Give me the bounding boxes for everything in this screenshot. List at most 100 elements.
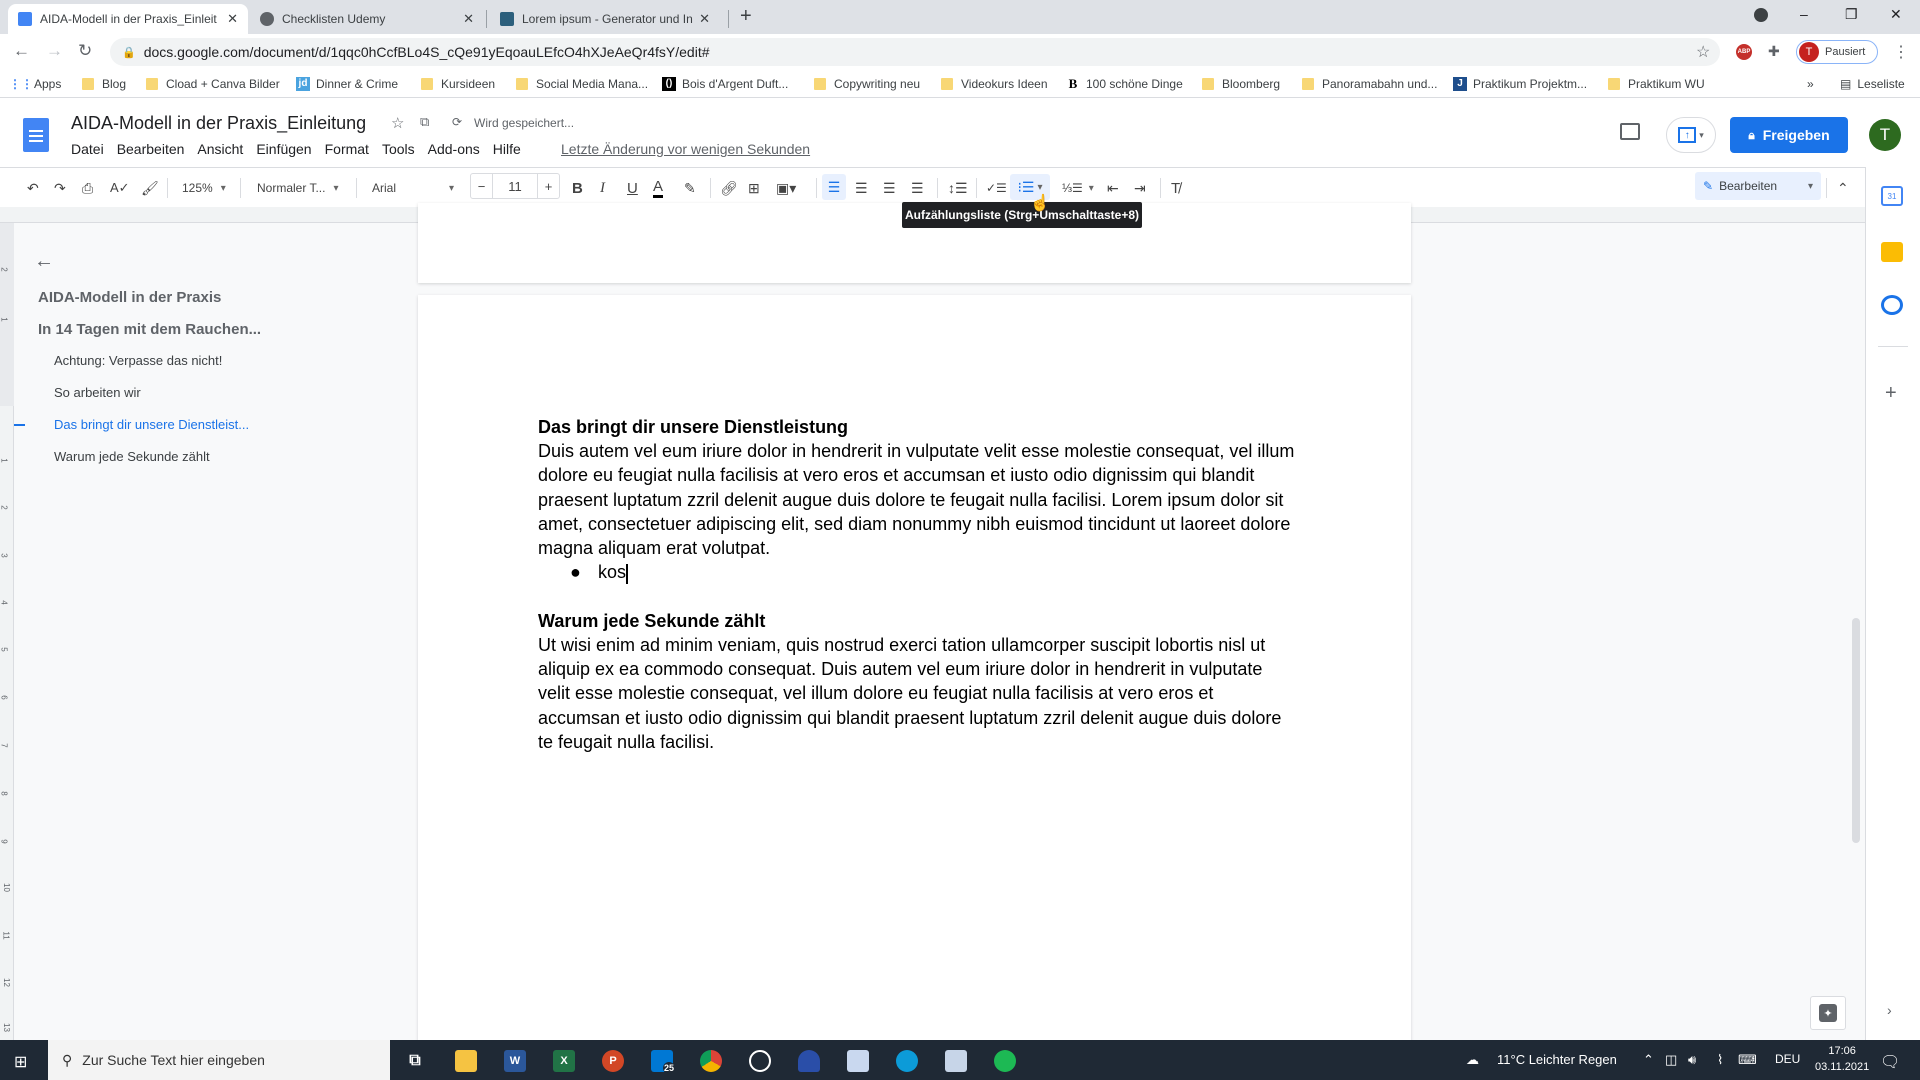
- outline-item[interactable]: AIDA-Modell in der Praxis: [38, 289, 221, 306]
- spotify-icon[interactable]: [994, 1050, 1016, 1072]
- line-spacing-icon[interactable]: ↕☰: [948, 178, 968, 198]
- align-justify-icon[interactable]: ☰: [911, 178, 924, 198]
- increase-indent-icon[interactable]: ⇥: [1134, 178, 1146, 198]
- increase-font-size-button[interactable]: +: [537, 174, 559, 198]
- chevron-down-icon[interactable]: ▾: [449, 178, 454, 198]
- notifications-icon[interactable]: 🗨︎: [1880, 1052, 1900, 1072]
- bookmark-dinner[interactable]: jd Dinner & Crime: [296, 76, 398, 91]
- bookmark-100-dinge[interactable]: B 100 schöne Dinge: [1066, 76, 1183, 91]
- outline-item-current[interactable]: Das bringt dir unsere Dienstleist...: [54, 417, 249, 432]
- close-icon[interactable]: ✕: [227, 11, 238, 27]
- clear-formatting-icon[interactable]: T̸: [1171, 178, 1180, 198]
- tasks-icon[interactable]: [1881, 295, 1903, 315]
- menu-tools[interactable]: Tools: [382, 141, 415, 157]
- italic-icon[interactable]: I: [600, 178, 605, 198]
- print-icon[interactable]: ⎙: [82, 178, 93, 198]
- mail-icon[interactable]: 25: [651, 1050, 676, 1074]
- vertical-scrollbar[interactable]: [1852, 618, 1860, 843]
- bold-icon[interactable]: B: [572, 178, 583, 198]
- vertical-ruler[interactable]: 2 1 1 2 3 4 5 6 7 8 9 10 11 12 13: [0, 223, 14, 1040]
- close-window-button[interactable]: ✕: [1890, 6, 1902, 23]
- menu-ansicht[interactable]: Ansicht: [197, 141, 243, 157]
- zoom-select[interactable]: 125%: [182, 178, 226, 198]
- url-bar[interactable]: 🔒 docs.google.com/document/d/1qqc0hCcfBL…: [110, 38, 1720, 66]
- tab-aida-modell[interactable]: AIDA-Modell in der Praxis_Einleit ✕: [8, 4, 248, 34]
- spellcheck-icon[interactable]: A✓: [110, 178, 130, 198]
- move-folder-icon[interactable]: ⧉: [420, 114, 429, 130]
- align-left-icon[interactable]: ☰: [822, 174, 846, 200]
- reading-list-button[interactable]: ▤ Leseliste: [1840, 77, 1905, 91]
- add-comment-icon[interactable]: ⊞: [748, 178, 760, 198]
- decrease-font-size-button[interactable]: −: [471, 174, 493, 198]
- weather-text[interactable]: 11°C Leichter Regen: [1497, 1052, 1617, 1067]
- audacity-icon[interactable]: [798, 1050, 820, 1072]
- wifi-icon[interactable]: ⌇: [1717, 1052, 1723, 1068]
- last-change-link[interactable]: Letzte Änderung vor wenigen Sekunden: [561, 141, 810, 157]
- style-select[interactable]: Normaler T...: [257, 178, 339, 198]
- highlight-icon[interactable]: ✎: [684, 178, 696, 198]
- present-button[interactable]: ↑ ▾: [1666, 117, 1716, 153]
- menu-bearbeiten[interactable]: Bearbeiten: [117, 141, 185, 157]
- add-addon-icon[interactable]: +: [1885, 382, 1897, 405]
- menu-hilfe[interactable]: Hilfe: [493, 141, 521, 157]
- share-button[interactable]: 🔒︎ Freigeben: [1730, 117, 1848, 153]
- keep-icon[interactable]: [1881, 242, 1903, 262]
- word-icon[interactable]: W: [504, 1050, 526, 1072]
- checklist-icon[interactable]: ✓☰: [986, 178, 1007, 198]
- obs-icon[interactable]: [749, 1050, 771, 1072]
- font-size-input[interactable]: 11: [493, 174, 537, 198]
- app-icon[interactable]: [847, 1050, 869, 1072]
- weather-icon[interactable]: ☁: [1466, 1052, 1479, 1068]
- bookmark-apps[interactable]: ⋮⋮ Apps: [9, 77, 61, 91]
- menu-format[interactable]: Format: [325, 141, 369, 157]
- task-view-icon[interactable]: ⧉: [404, 1050, 426, 1072]
- calendar-icon[interactable]: 31: [1881, 186, 1903, 206]
- profile-button[interactable]: T Pausiert: [1796, 40, 1878, 64]
- link-icon[interactable]: 🔗︎: [720, 178, 738, 198]
- undo-icon[interactable]: ↶: [27, 178, 39, 198]
- chrome-icon[interactable]: [700, 1050, 722, 1072]
- close-outline-icon[interactable]: ←: [34, 250, 54, 273]
- clock[interactable]: 17:06 03.11.2021: [1815, 1043, 1869, 1075]
- bookmark-social-media[interactable]: Social Media Mana...: [516, 77, 648, 91]
- outline-item[interactable]: So arbeiten wir: [54, 385, 141, 400]
- bookmark-star-icon[interactable]: ☆: [1696, 42, 1710, 62]
- document-body[interactable]: Das bringt dir unsere Dienstleistung Dui…: [538, 415, 1298, 754]
- bookmark-cload[interactable]: Cload + Canva Bilder: [146, 77, 280, 91]
- tray-expand-icon[interactable]: ⌃: [1643, 1052, 1654, 1068]
- tab-search-icon[interactable]: [1754, 8, 1768, 22]
- bookmark-panoramabahn[interactable]: Panoramabahn und...: [1302, 77, 1437, 91]
- taskbar-search[interactable]: ⚲ Zur Suche Text hier eingeben: [48, 1040, 390, 1080]
- bookmark-videokurs[interactable]: Videokurs Ideen: [941, 77, 1048, 91]
- editing-mode-select[interactable]: ✎ Bearbeiten ▾: [1695, 172, 1821, 200]
- outline-item[interactable]: In 14 Tagen mit dem Rauchen...: [38, 321, 261, 338]
- document-title[interactable]: AIDA-Modell in der Praxis_Einleitung: [71, 113, 366, 134]
- numbered-list-icon[interactable]: ⅓☰ ▾: [1062, 178, 1094, 198]
- language-indicator[interactable]: DEU: [1775, 1052, 1800, 1066]
- file-explorer-icon[interactable]: [455, 1050, 477, 1072]
- back-icon[interactable]: ←: [13, 41, 30, 61]
- outline-item[interactable]: Warum jede Sekunde zählt: [54, 449, 210, 464]
- bookmark-bloomberg[interactable]: Bloomberg: [1202, 77, 1280, 91]
- bookmark-copywriting[interactable]: Copywriting neu: [814, 77, 920, 91]
- tab-checklisten-udemy[interactable]: Checklisten Udemy ✕: [250, 4, 484, 34]
- bookmark-praktikum-projekt[interactable]: J Praktikum Projektm...: [1453, 76, 1587, 91]
- collapse-toolbar-icon[interactable]: ⌃: [1837, 178, 1849, 198]
- camera-icon[interactable]: ◫: [1665, 1052, 1677, 1068]
- star-icon[interactable]: ☆: [391, 114, 404, 132]
- volume-icon[interactable]: 🔊︎: [1688, 1052, 1696, 1068]
- new-tab-button[interactable]: +: [740, 5, 752, 28]
- bookmark-bois[interactable]: () Bois d'Argent Duft...: [662, 76, 788, 91]
- tab-lorem-ipsum[interactable]: Lorem ipsum - Generator und In ✕: [490, 4, 720, 34]
- bookmark-praktikum-wu[interactable]: Praktikum WU: [1608, 77, 1705, 91]
- paint-format-icon[interactable]: 🖌︎: [141, 178, 159, 198]
- app-icon[interactable]: [945, 1050, 967, 1072]
- decrease-indent-icon[interactable]: ⇤: [1107, 178, 1119, 198]
- insert-image-icon[interactable]: ▣▾: [776, 178, 796, 198]
- account-avatar[interactable]: T: [1869, 119, 1901, 151]
- powerpoint-icon[interactable]: P: [602, 1050, 624, 1072]
- text-color-icon[interactable]: A: [653, 178, 664, 198]
- expand-panel-icon[interactable]: ›: [1887, 1002, 1892, 1018]
- align-right-icon[interactable]: ☰: [883, 178, 896, 198]
- align-center-icon[interactable]: ☰: [855, 178, 868, 198]
